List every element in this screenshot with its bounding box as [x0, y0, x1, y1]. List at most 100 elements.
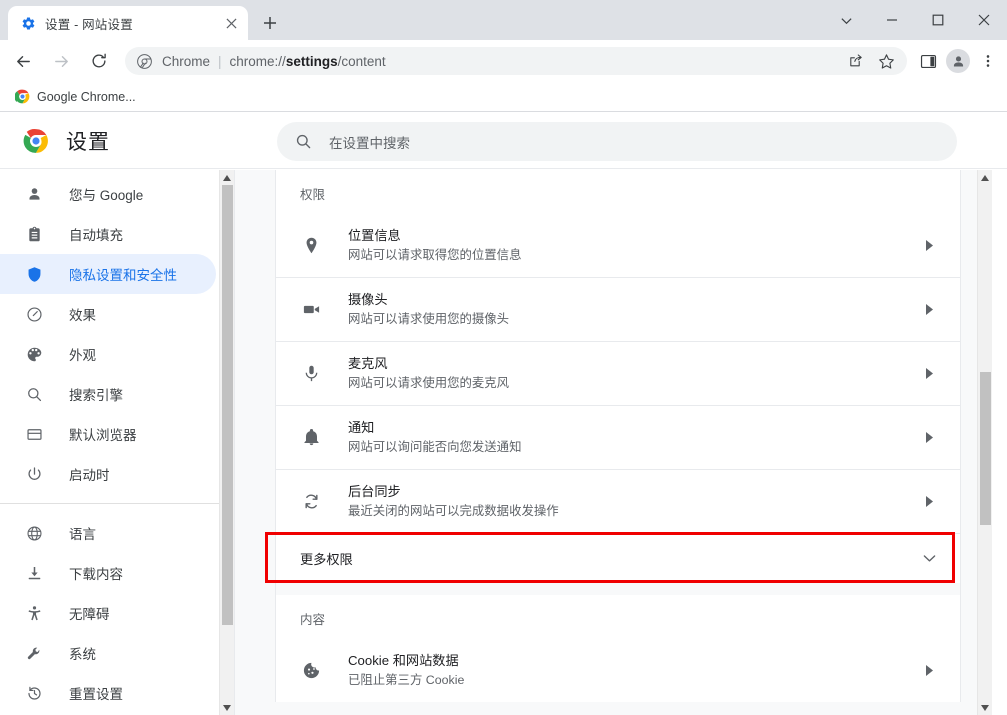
sidebar-item-performance[interactable]: 效果 [0, 294, 216, 334]
sidebar-item-label: 重置设置 [69, 687, 123, 702]
accessibility-icon [24, 603, 44, 623]
url-prefix: chrome:// [229, 53, 286, 69]
gear-icon [20, 15, 36, 31]
sidebar-item-search-engine[interactable]: 搜索引擎 [0, 374, 216, 414]
scroll-up-icon[interactable] [220, 170, 234, 185]
search-input[interactable]: 在设置中搜索 [277, 122, 957, 161]
browser-toolbar: Chrome | chrome://settings/content [0, 40, 1007, 82]
chevron-right-icon[interactable] [920, 493, 938, 511]
sidebar-item-label: 效果 [69, 308, 96, 323]
url-suffix: /content [337, 53, 386, 69]
sidebar-group-primary: 您与 Google 自动填充 隐私设置和安全性 效果 外观 搜索引擎 默认浏览器… [0, 170, 234, 494]
window-controls [823, 0, 1007, 40]
content-scrollbar[interactable] [977, 170, 992, 715]
content-title: Cookie 和网站数据 [348, 652, 459, 668]
sidebar-item-reset-settings[interactable]: 重置设置 [0, 673, 216, 713]
address-bar[interactable]: Chrome | chrome://settings/content [125, 47, 907, 75]
globe-icon [24, 523, 44, 543]
settings-header: 设置 在设置中搜索 [0, 113, 1007, 169]
permission-title: 通知 [348, 420, 375, 435]
scroll-down-icon[interactable] [220, 700, 234, 715]
permission-title: 位置信息 [348, 227, 401, 243]
permission-row-camera[interactable]: 摄像头 网站可以请求使用您的摄像头 [276, 277, 960, 341]
scroll-down-icon[interactable] [978, 700, 992, 715]
content-card: 内容 Cookie 和网站数据 已阻止第三方 Cookie [275, 595, 961, 702]
sidebar-scrollbar[interactable] [219, 170, 234, 715]
sidebar-item-default-browser[interactable]: 默认浏览器 [0, 414, 216, 454]
sidebar-item-downloads[interactable]: 下载内容 [0, 553, 216, 593]
chevron-right-icon[interactable] [920, 365, 938, 383]
sidebar-item-accessibility[interactable]: 无障碍 [0, 593, 216, 633]
content-scrollbar-thumb[interactable] [980, 372, 991, 525]
more-permissions-label: 更多权限 [300, 552, 353, 567]
share-icon[interactable] [841, 46, 871, 76]
chevron-right-icon[interactable] [920, 301, 938, 319]
profile-icon[interactable] [943, 46, 973, 76]
sidebar-item-label: 隐私设置和安全性 [69, 268, 177, 283]
chevron-right-icon[interactable] [920, 236, 938, 254]
content-heading: 内容 [300, 613, 326, 627]
scroll-up-icon[interactable] [978, 170, 992, 185]
sidebar-item-system[interactable]: 系统 [0, 633, 216, 673]
minimize-button[interactable] [869, 3, 915, 37]
menu-icon[interactable] [973, 46, 1003, 76]
permissions-heading: 权限 [300, 188, 326, 202]
maximize-button[interactable] [915, 3, 961, 37]
sidebar-item-on-startup[interactable]: 启动时 [0, 454, 216, 494]
cookie-icon [300, 659, 322, 681]
close-icon[interactable] [222, 14, 240, 32]
reload-button[interactable] [84, 46, 114, 76]
search-icon [293, 132, 313, 152]
chevron-right-icon[interactable] [920, 661, 938, 679]
chrome-icon [22, 127, 50, 155]
chrome-browser-window: 设置 - 网站设置 Chrome | chrome://settings/con… [0, 0, 1007, 715]
permission-row-location[interactable]: 位置信息 网站可以请求取得您的位置信息 [276, 213, 960, 277]
sidebar-item-label: 下载内容 [69, 567, 123, 582]
permission-row-background-sync[interactable]: 后台同步 最近关闭的网站可以完成数据收发操作 [276, 469, 960, 533]
close-window-button[interactable] [961, 3, 1007, 37]
content-row-cookies[interactable]: Cookie 和网站数据 已阻止第三方 Cookie [276, 638, 960, 702]
side-panel-icon[interactable] [913, 46, 943, 76]
sidebar-item-autofill[interactable]: 自动填充 [0, 214, 216, 254]
sidebar-item-you-and-google[interactable]: 您与 Google [0, 174, 216, 214]
permission-text: 位置信息 网站可以请求取得您的位置信息 [348, 226, 920, 265]
permission-text: 麦克风 网站可以请求使用您的麦克风 [348, 354, 920, 393]
chevron-down-icon[interactable] [823, 3, 869, 37]
sidebar-item-label: 自动填充 [69, 228, 123, 243]
tab-strip: 设置 - 网站设置 [0, 0, 1007, 40]
permission-title: 后台同步 [348, 484, 401, 499]
permission-row-notifications[interactable]: 通知 网站可以询问能否向您发送通知 [276, 405, 960, 469]
chevron-right-icon[interactable] [920, 429, 938, 447]
palette-icon [24, 344, 44, 364]
sidebar-scrollbar-thumb[interactable] [222, 185, 233, 625]
star-icon[interactable] [871, 46, 901, 76]
sidebar-item-languages[interactable]: 语言 [0, 513, 216, 553]
settings-body: 您与 Google 自动填充 隐私设置和安全性 效果 外观 搜索引擎 默认浏览器… [0, 170, 1007, 715]
new-tab-button[interactable] [256, 9, 284, 37]
back-button[interactable] [8, 46, 38, 76]
download-icon [24, 563, 44, 583]
chevron-down-icon[interactable] [920, 550, 938, 568]
sidebar-divider [0, 503, 234, 504]
page-title: 设置 [66, 130, 110, 154]
bookmark-item[interactable]: Google Chrome... [12, 86, 142, 108]
sync-icon [300, 491, 322, 513]
sidebar-item-privacy-and-security[interactable]: 隐私设置和安全性 [0, 254, 216, 294]
sidebar-item-label: 默认浏览器 [69, 428, 137, 443]
shield-icon [24, 264, 44, 284]
chrome-icon [136, 53, 153, 70]
permission-subtitle: 网站可以请求使用您的麦克风 [348, 376, 510, 390]
avatar [946, 49, 970, 73]
sidebar-item-appearance[interactable]: 外观 [0, 334, 216, 374]
browser-tab-settings[interactable]: 设置 - 网站设置 [8, 6, 248, 40]
forward-button[interactable] [46, 46, 76, 76]
permission-title: 麦克风 [348, 356, 388, 371]
omnibox-actions [841, 46, 901, 76]
history-restore-icon [24, 683, 44, 703]
wrench-icon [24, 643, 44, 663]
permission-subtitle: 网站可以请求使用您的摄像头 [348, 312, 510, 326]
sidebar-item-label: 外观 [69, 348, 96, 363]
more-permissions-row[interactable]: 更多权限 [276, 533, 960, 583]
permission-row-microphone[interactable]: 麦克风 网站可以请求使用您的麦克风 [276, 341, 960, 405]
clipboard-icon [24, 224, 44, 244]
